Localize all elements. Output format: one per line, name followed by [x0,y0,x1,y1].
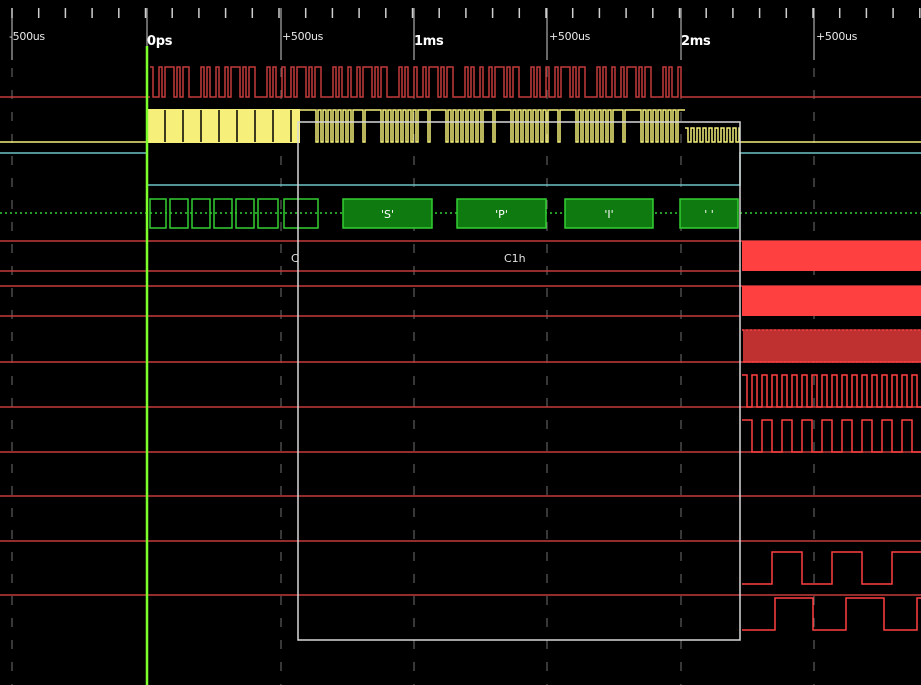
decode-byte-label: ' ' [704,208,714,221]
selection-annotation: C1h [504,252,526,265]
clock-div2-trace [742,374,921,408]
signal-traces [0,66,921,631]
decode-byte-label: 'P' [495,208,508,221]
clock-div16-trace [742,597,921,631]
waveform-area[interactable]: 'S' 'P' 'I' ' ' [0,0,921,685]
decode-frame [149,198,167,229]
selection-annotation-clipped: C [291,252,299,265]
clock-tail [685,127,740,143]
burst-block [742,241,921,271]
data-trace [150,66,683,98]
clock-trace [300,109,685,143]
spi-decode-row[interactable]: 'S' 'P' 'I' ' ' [0,198,921,229]
clock-burst-fill [147,110,300,142]
decode-byte-label: 'S' [381,208,394,221]
clock-div8-trace [742,551,921,585]
fast-clock-trace [742,329,921,363]
burst-block [742,286,921,316]
chip-select-trace [0,152,921,186]
clock-div4-trace [742,419,921,453]
decode-byte-label: 'I' [604,208,613,221]
